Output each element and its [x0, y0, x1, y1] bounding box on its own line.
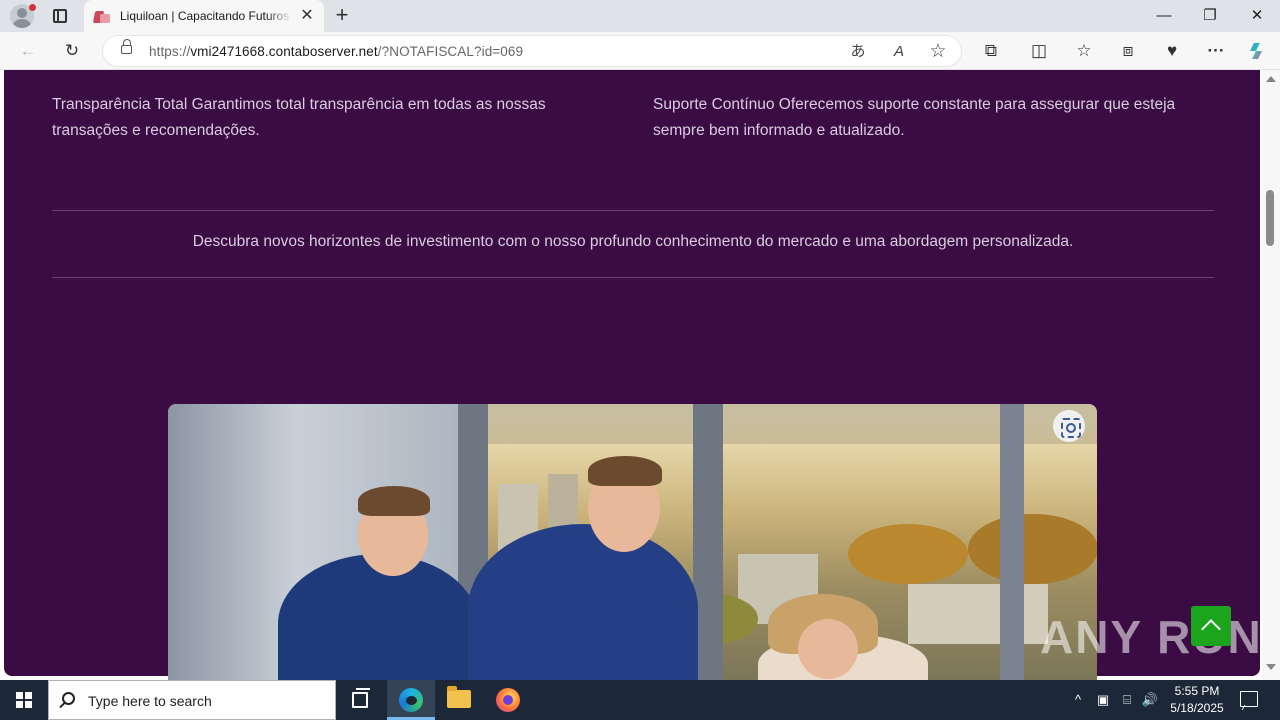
performance-icon[interactable]: ♥: [1158, 38, 1186, 64]
scroll-up-arrow-icon[interactable]: [1266, 76, 1276, 82]
collections-icon[interactable]: ⧈: [1114, 38, 1142, 64]
read-aloud-icon[interactable]: A: [888, 41, 910, 63]
browser-window: Liquiloan | Capacitando Futuros Financei…: [0, 0, 1280, 680]
favorite-star-icon[interactable]: ☆: [927, 41, 949, 63]
tab-actions-icon[interactable]: [50, 6, 70, 26]
tab-active[interactable]: Liquiloan | Capacitando Futuros Financei…: [84, 0, 324, 32]
site-favicon-icon: [92, 9, 110, 23]
scroll-down-arrow-icon[interactable]: [1266, 664, 1276, 670]
lock-icon[interactable]: [121, 39, 132, 54]
refresh-icon[interactable]: ↻: [58, 38, 86, 64]
search-icon: [62, 692, 75, 705]
more-icon[interactable]: ···: [1202, 38, 1230, 64]
tray-chevron-icon[interactable]: ^: [1068, 680, 1088, 720]
edge-icon: [399, 688, 423, 712]
volume-icon[interactable]: 🔊: [1140, 680, 1160, 720]
translate-icon[interactable]: あ: [847, 41, 869, 63]
url-host: vmi2471668.contaboserver.net: [190, 44, 378, 59]
windows-taskbar: Type here to search ^ ▣ ⌸ 🔊 5:55 PM 5/18…: [0, 680, 1280, 720]
notification-center-icon[interactable]: [1240, 691, 1258, 707]
task-view-icon: [352, 688, 370, 708]
edge-taskbar-button[interactable]: [387, 680, 435, 720]
new-tab-button[interactable]: +: [330, 4, 354, 28]
address-bar[interactable]: https://vmi2471668.contaboserver.net/?NO…: [102, 35, 962, 67]
network-icon[interactable]: ⌸: [1117, 680, 1137, 720]
firefox-taskbar-button[interactable]: [484, 680, 532, 720]
windows-logo-icon: [16, 692, 32, 708]
favorites-icon[interactable]: ☆: [1070, 38, 1098, 64]
tray-device-icon[interactable]: ▣: [1094, 680, 1112, 720]
tab-close-icon[interactable]: ✕: [298, 7, 316, 25]
tagline-text: Descubra novos horizontes de investiment…: [192, 233, 1074, 250]
url-path: /?NOTAFISCAL?id=069: [377, 44, 524, 59]
extensions-icon[interactable]: ⧉: [977, 38, 1005, 64]
file-explorer-button[interactable]: [435, 680, 483, 720]
page-viewport: Transparência Total Garantimos total tra…: [0, 70, 1262, 680]
vertical-scrollbar[interactable]: [1262, 70, 1280, 680]
visual-search-icon[interactable]: [1053, 410, 1085, 442]
tab-title: Liquiloan | Capacitando Futuros Financei…: [120, 9, 292, 23]
divider-top: [52, 210, 1214, 211]
file-explorer-icon: [447, 686, 471, 708]
clock-date: 5/18/2025: [1170, 701, 1224, 715]
copilot-icon[interactable]: [1244, 38, 1272, 64]
back-icon[interactable]: ←: [14, 38, 42, 64]
team-photo-image: [168, 404, 1097, 680]
clock-time: 5:55 PM: [1174, 684, 1220, 698]
profile-notification-dot: [29, 4, 36, 11]
system-clock[interactable]: 5:55 PM 5/18/2025: [1160, 683, 1234, 717]
tab-strip: Liquiloan | Capacitando Futuros Financei…: [0, 0, 1280, 32]
browser-toolbar: ← ↻ https://vmi2471668.contaboserver.net…: [0, 32, 1280, 70]
feature-transparency: Transparência Total Garantimos total tra…: [52, 96, 546, 139]
url-scheme: https://: [149, 44, 191, 59]
minimize-button[interactable]: —: [1141, 0, 1187, 32]
person-center: [468, 524, 698, 680]
page-section: Transparência Total Garantimos total tra…: [4, 70, 1261, 680]
close-window-button[interactable]: ✕: [1234, 0, 1280, 32]
scroll-to-top-button[interactable]: [1191, 606, 1231, 646]
restore-button[interactable]: ❐: [1187, 0, 1233, 32]
search-placeholder: Type here to search: [88, 693, 212, 709]
taskbar-search-box[interactable]: Type here to search: [48, 680, 336, 720]
start-button[interactable]: [0, 680, 48, 720]
firefox-icon: [496, 688, 520, 712]
scrollbar-thumb[interactable]: [1266, 190, 1274, 246]
feature-support: Suporte Contínuo Oferecemos suporte cons…: [653, 96, 1176, 139]
divider-bottom: [52, 277, 1214, 278]
task-view-button[interactable]: [336, 680, 384, 720]
split-screen-icon[interactable]: ◫: [1025, 38, 1053, 64]
url-text[interactable]: https://vmi2471668.contaboserver.net/?NO…: [149, 44, 523, 59]
